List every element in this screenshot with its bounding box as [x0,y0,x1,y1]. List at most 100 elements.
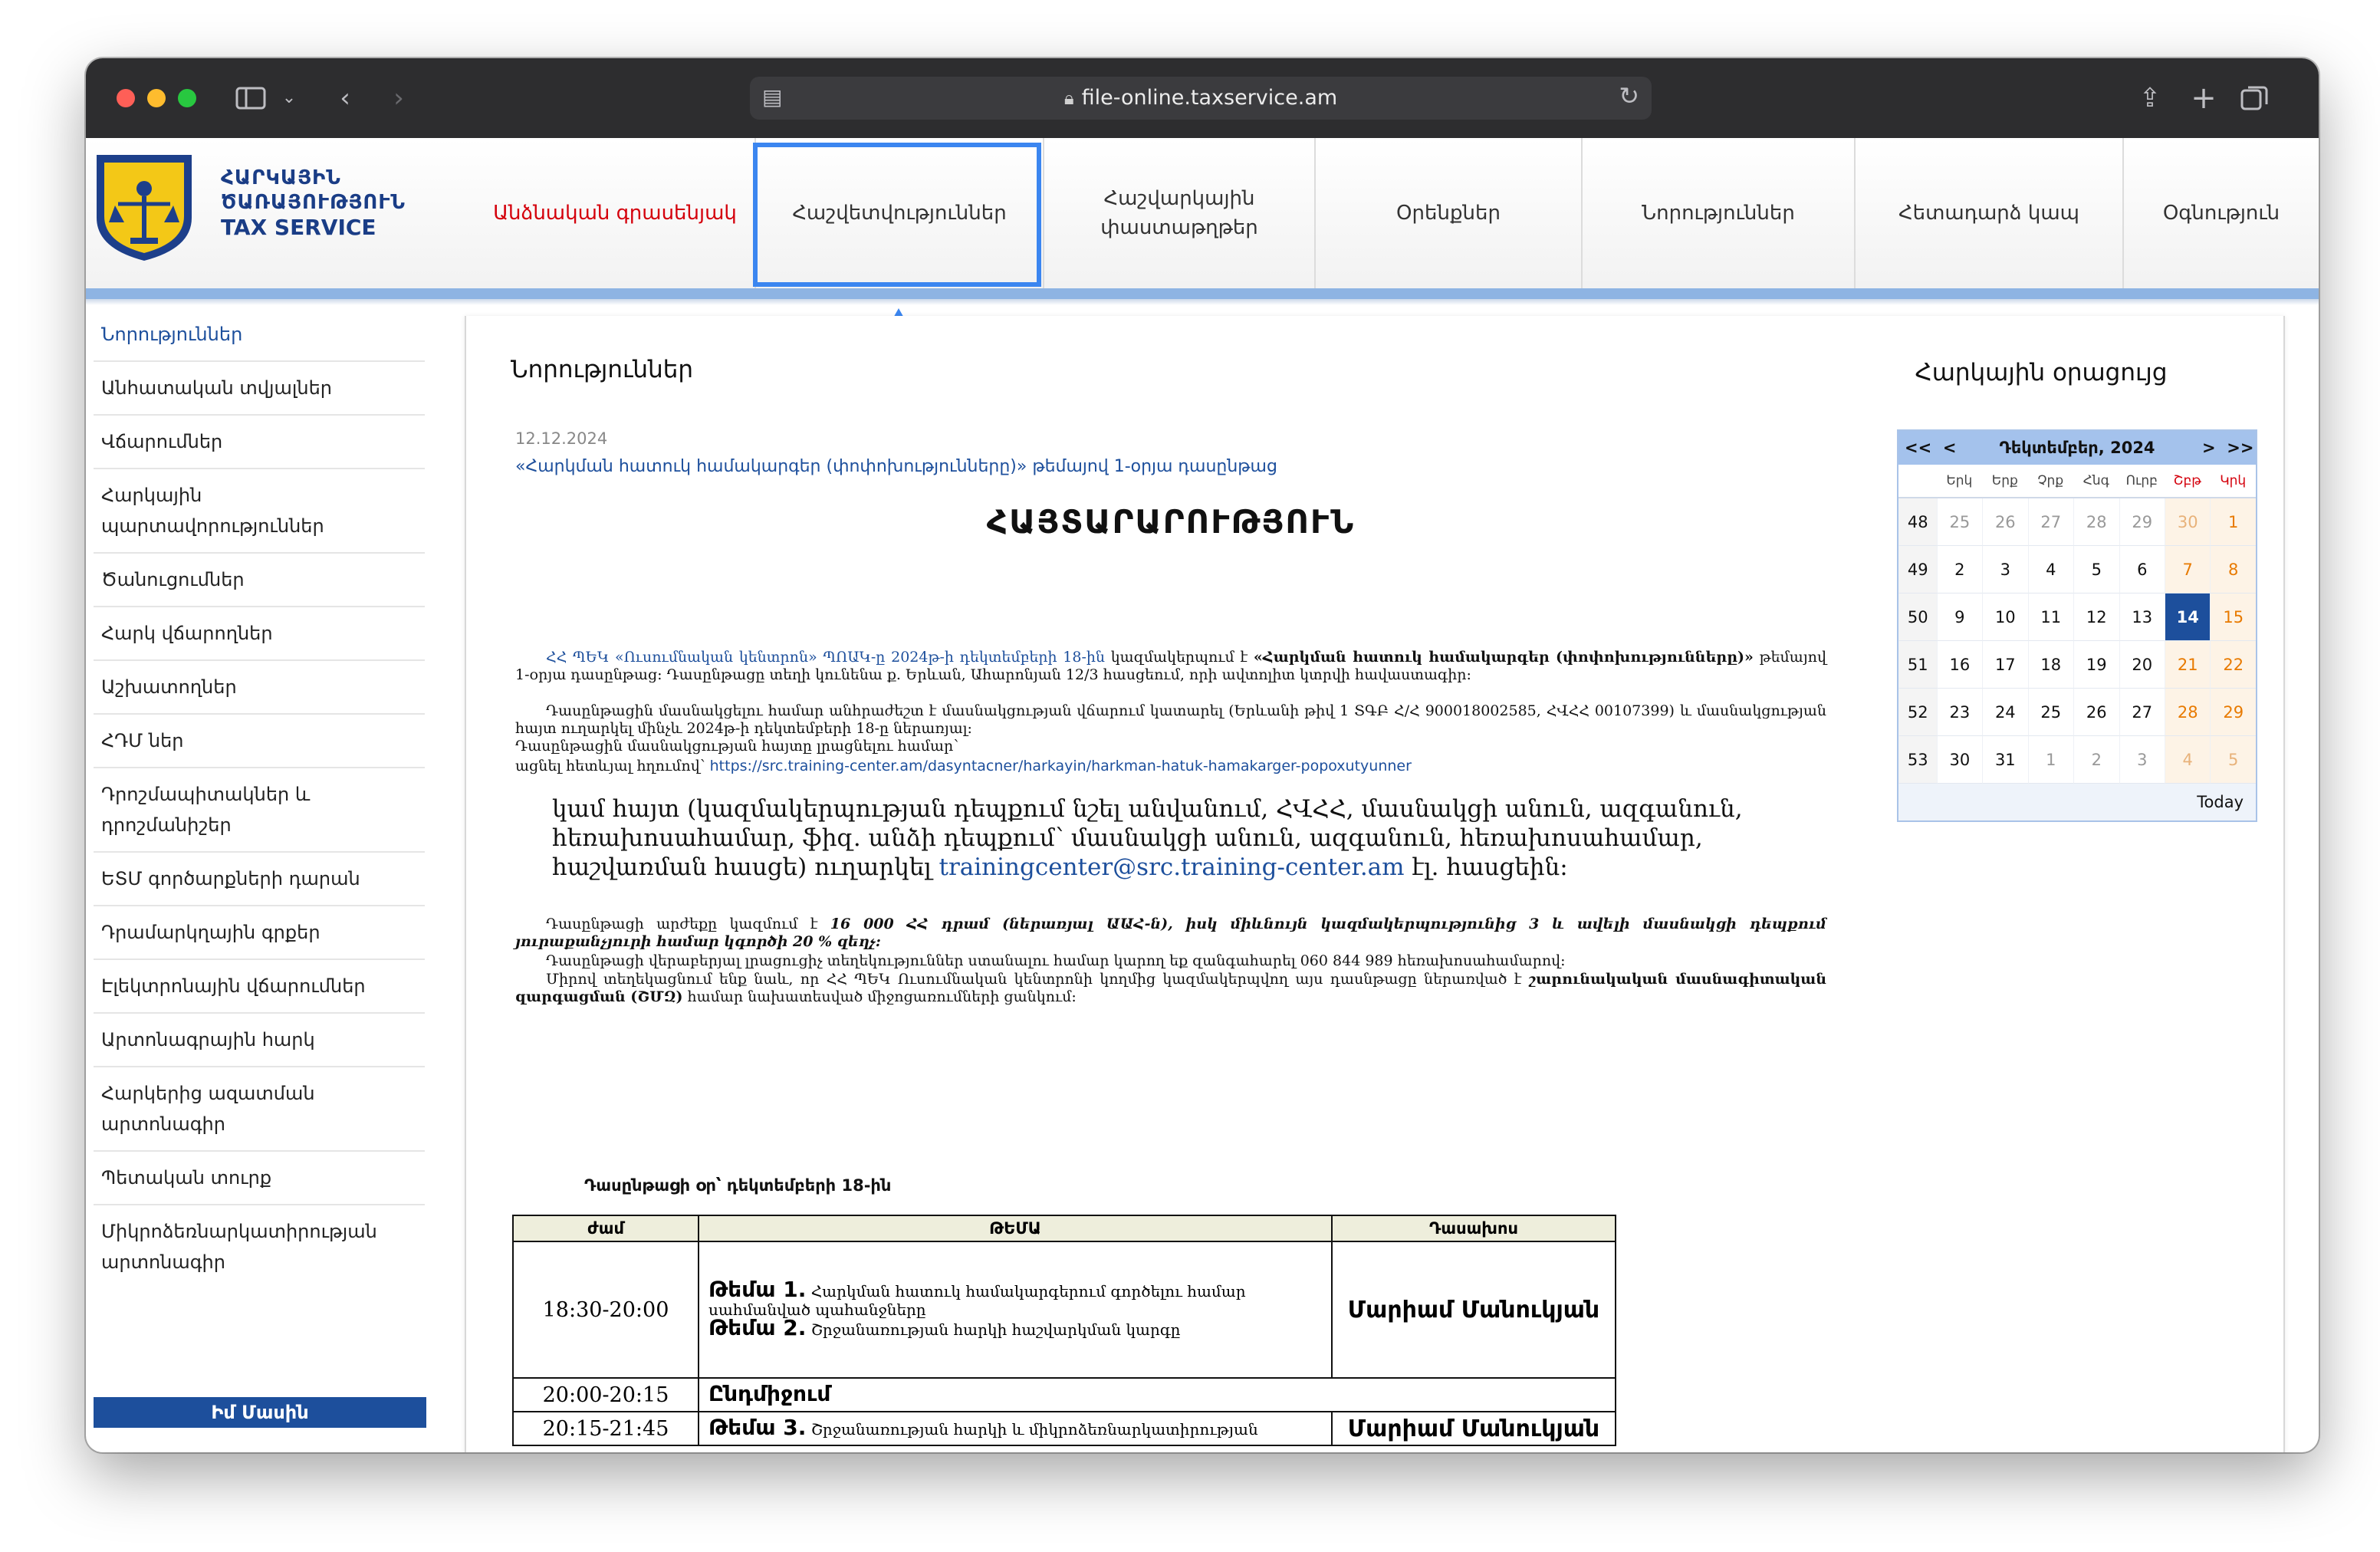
sidebar-item-cash-books[interactable]: Դրամարկղային գրքեր [94,906,425,960]
calendar-day[interactable]: 2 [1936,546,1983,594]
calendar-day[interactable]: 31 [1982,736,2028,784]
calendar-day[interactable]: 3 [1982,546,2028,594]
nav-settlement-documents[interactable]: Հաշվարկային փաստաթղթեր [1043,138,1314,288]
calendar-next-month-button[interactable]: > [2202,439,2216,457]
sidebar-item-taxpayers[interactable]: Հարկ վճարողներ [94,607,425,661]
calendar-day[interactable]: 26 [1982,498,2028,546]
nav-feedback[interactable]: Հետադարձ կապ [1854,138,2122,288]
sidebar-item-stamps[interactable]: Դրոշմապիտակներ և դրոշմանիշեր [94,768,425,853]
calendar-day[interactable]: 29 [2210,689,2256,736]
calendar-day[interactable]: 30 [1936,736,1983,784]
calendar-day[interactable]: 29 [2119,498,2165,546]
calendar-day[interactable]: 26 [2073,689,2119,736]
schedule-header-topic: ԹԵՄԱ [698,1215,1333,1242]
calendar-day[interactable]: 10 [1982,594,2028,641]
calendar-day[interactable]: 28 [2073,498,2119,546]
calendar-day[interactable]: 27 [2027,498,2074,546]
schedule-table: ժամ ԹԵՄԱ Դասախոս 18:30-20:00 Թեմա 1. Հար… [512,1215,1616,1446]
calendar-day[interactable]: 23 [1936,689,1983,736]
share-icon[interactable]: ⇪ [2133,75,2167,121]
sidebar-item-payments[interactable]: Վճարումներ [94,416,425,469]
calendar-day[interactable]: 2 [2073,736,2119,784]
calendar-week-number: 50 [1898,594,1937,641]
nav-news[interactable]: Նորություններ [1581,138,1854,288]
forward-arrow-icon[interactable]: › [383,75,414,121]
tax-calendar: << < Դեկտեմբեր, 2024 > >> Երկ Երք Չրք Հնգ Ու… [1897,429,2257,822]
new-tab-icon[interactable]: + [2187,75,2221,121]
calendar-day[interactable]: 22 [2210,641,2256,689]
sidebar-item-tax-exemption[interactable]: Հարկերից ազատման արտոնագիր [94,1067,425,1152]
sidebar-item-cash-registers[interactable]: ՀԴՄ ներ [94,715,425,768]
calendar-day[interactable]: 28 [2165,689,2211,736]
minimize-window-button[interactable] [147,89,166,107]
schedule-time: 18:30-20:00 [512,1241,699,1379]
sidebar-item-eeu-transactions[interactable]: ԵՏՄ գործարքների դարան [94,853,425,906]
calendar-day[interactable]: 11 [2027,594,2074,641]
calendar-day[interactable]: 30 [2165,498,2211,546]
calendar-weekday-spacer [1898,465,1937,498]
calendar-day[interactable]: 7 [2165,546,2211,594]
sidebar-item-tax-liabilities[interactable]: Հարկային պարտավորություններ [94,469,425,554]
email-link[interactable]: trainingcenter@src.training-center.am [939,853,1405,881]
calendar-day[interactable]: 1 [2027,736,2074,784]
calendar-next-year-button[interactable]: >> [2227,439,2253,457]
nav-help[interactable]: Օգնություն [2122,138,2319,288]
table-row: 20:00-20:15 Ընդմիջում [512,1377,1616,1412]
calendar-day[interactable]: 18 [2027,641,2074,689]
nav-personal-office[interactable]: Անձնական գրասենյակ [475,138,754,288]
announcement-paragraph-1: ՀՀ ՊԵԿ «Ուսումնական կենտրոն» ՊՈԱԿ-ը 2024… [515,649,1826,683]
sidebar-item-personal-data[interactable]: Անհատական տվյալներ [94,362,425,416]
sidebar-item-license-tax[interactable]: Արտոնագրային հարկ [94,1014,425,1067]
calendar-day[interactable]: 21 [2165,641,2211,689]
calendar-day[interactable]: 5 [2210,736,2256,784]
calendar-day[interactable]: 17 [1982,641,2028,689]
calendar-day[interactable]: 19 [2073,641,2119,689]
tax-service-logo[interactable] [90,149,198,264]
calendar-grid: 48 25 26 27 28 29 30 1 49 2 3 4 5 6 7 8 50 9 10 11 12 13 14 15 5… [1898,498,2256,784]
lesson-day-label: Դասընթացի օր՝ դեկտեմբերի 18-ին [584,1176,892,1195]
sidebar-toggle-icon[interactable] [232,75,270,121]
sidebar-item-electronic-payments[interactable]: Էլեկտրոնային վճարումներ [94,960,425,1014]
sidebar-item-micro-business[interactable]: Միկրոձեռնարկատիրության արտոնագիր [94,1205,425,1288]
reload-icon[interactable]: ↻ [1619,81,1639,110]
sidebar-item-news[interactable]: Նորություններ [94,308,425,362]
calendar-day[interactable]: 14 [2165,594,2211,641]
calendar-weekday-label: Շբթ [2165,465,2211,498]
calendar-day[interactable]: 8 [2210,546,2256,594]
calendar-day[interactable]: 24 [1982,689,2028,736]
calendar-day[interactable]: 12 [2073,594,2119,641]
calendar-week-number: 53 [1898,736,1937,784]
calendar-day[interactable]: 13 [2119,594,2165,641]
calendar-prev-year-button[interactable]: << [1905,439,1931,457]
calendar-day[interactable]: 27 [2119,689,2165,736]
nav-laws[interactable]: Օրենքներ [1314,138,1581,288]
news-headline-link[interactable]: «Հարկման հատուկ համակարգեր (փոփոխություն… [515,457,1277,476]
calendar-day[interactable]: 4 [2165,736,2211,784]
calendar-day[interactable]: 15 [2210,594,2256,641]
calendar-day[interactable]: 6 [2119,546,2165,594]
calendar-day[interactable]: 16 [1936,641,1983,689]
calendar-day[interactable]: 5 [2073,546,2119,594]
calendar-day[interactable]: 9 [1936,594,1983,641]
address-bar[interactable]: ▤ 🔒︎ file-online.taxservice.am ↻ [750,77,1652,120]
back-arrow-icon[interactable]: ‹ [330,75,360,121]
calendar-day[interactable]: 4 [2027,546,2074,594]
about-me-button[interactable]: Իմ Մասին [94,1397,426,1428]
site-header: ՀԱՐԿԱՅԻՆ ԾԱՌԱՅՈՒԹՅՈՒՆ TAX SERVICE Անձնակ… [86,138,2319,288]
tab-overview-icon[interactable] [2237,75,2271,121]
calendar-title: Հարկային օրացույց [1915,359,2168,386]
calendar-day[interactable]: 20 [2119,641,2165,689]
calendar-day[interactable]: 1 [2210,498,2256,546]
calendar-day[interactable]: 25 [1936,498,1983,546]
table-row: 18:30-20:00 Թեմա 1. Հարկման հատուկ համակ… [512,1241,1616,1379]
calendar-day[interactable]: 3 [2119,736,2165,784]
calendar-day[interactable]: 25 [2027,689,2074,736]
sidebar-item-state-duty[interactable]: Պետական տուրք [94,1152,425,1205]
registration-link[interactable]: https://src.training-center.am/dasyntacn… [710,758,1412,774]
chevron-down-icon[interactable]: ⌄ [278,75,301,121]
close-window-button[interactable] [117,89,135,107]
sidebar-item-notifications[interactable]: Ծանուցումներ [94,554,425,607]
calendar-today-button[interactable]: Today [1898,784,2256,820]
zoom-window-button[interactable] [178,89,196,107]
sidebar-item-employees[interactable]: Աշխատողներ [94,661,425,715]
